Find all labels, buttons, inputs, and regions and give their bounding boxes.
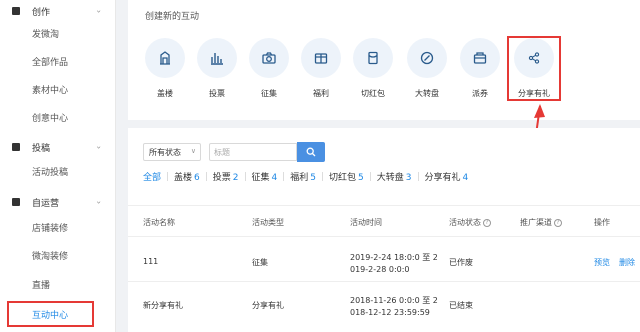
sidebar-item-label: 互动中心 (32, 311, 69, 321)
column-header-time: 活动时间 (350, 218, 382, 227)
tool-collect[interactable]: 征集 (249, 38, 289, 100)
help-icon[interactable]: ? (554, 218, 562, 227)
sidebar-group-create[interactable]: 创作 ‹ (0, 0, 116, 22)
tool-vote[interactable]: 投票 (197, 38, 237, 100)
cell-status: 已结束 (449, 301, 473, 310)
tab-divider (417, 171, 419, 181)
tab-all[interactable]: 全部 (143, 170, 161, 183)
tool-label: 盖楼 (157, 89, 173, 98)
column-header-type: 活动类型 (252, 218, 284, 227)
tool-label: 切红包 (361, 89, 385, 98)
red-packet-icon (353, 38, 393, 78)
tab-divider (205, 171, 207, 181)
sidebar-group-ops[interactable]: 自运营 ‹ (0, 191, 116, 213)
building-icon (145, 38, 185, 78)
cell-time: 2019-2-24 18:0:0 至 2 019-2-28 0:0:0 (350, 253, 438, 274)
tab-collect[interactable]: 征集 4 (252, 170, 278, 183)
tool-welfare[interactable]: 福利 (301, 38, 341, 100)
sidebar-item-creative[interactable]: 创意中心 (32, 112, 68, 126)
cell-name: 新分享有礼 (143, 301, 183, 310)
status-select-value: 所有状态 (149, 148, 181, 157)
chevron-up-icon: ‹ (94, 9, 104, 13)
tab-vote[interactable]: 投票 2 (213, 170, 239, 183)
tab-divider (167, 171, 169, 181)
tool-label: 派券 (472, 89, 488, 98)
tab-red-packet[interactable]: 切红包 5 (329, 170, 364, 183)
wheel-icon (407, 38, 447, 78)
table-divider (128, 205, 640, 206)
create-title: 创建新的互动 (145, 12, 200, 22)
column-header-actions: 操作 (594, 218, 610, 227)
search-icon (306, 147, 316, 157)
tool-wheel[interactable]: 大转盘 (407, 38, 447, 100)
tab-divider (322, 171, 324, 181)
share-gift-highlight-box (507, 36, 561, 101)
cell-type: 征集 (252, 258, 268, 267)
preview-link[interactable]: 预览 (594, 257, 610, 268)
search-button[interactable] (297, 142, 325, 162)
sidebar-item-weitao-decor[interactable]: 微淘装修 (32, 250, 68, 264)
column-header-name: 活动名称 (143, 218, 175, 227)
delete-link[interactable]: 删除 (619, 257, 635, 268)
sidebar-item-post[interactable]: 发微淘 (32, 28, 59, 42)
tool-label: 大转盘 (415, 89, 439, 98)
column-header-channel: 推广渠道? (520, 217, 562, 228)
type-tabs: 全部 盖楼 6 投票 2 征集 4 福利 5 切红包 5 大转盘 3 分享有礼 4 (143, 169, 474, 183)
tab-wheel[interactable]: 大转盘 3 (377, 170, 412, 183)
cell-status: 已作废 (449, 258, 473, 267)
sidebar-group-label: 创作 (32, 7, 51, 18)
tab-divider (244, 171, 246, 181)
sidebar-item-materials[interactable]: 素材中心 (32, 84, 68, 98)
chevron-down-icon: ∨ (190, 147, 196, 155)
chevron-up-icon: ‹ (94, 200, 104, 204)
tab-build-floor[interactable]: 盖楼 6 (174, 170, 200, 183)
gift-box-icon (301, 38, 341, 78)
tab-divider (369, 171, 371, 181)
chevron-up-icon: ‹ (94, 145, 104, 149)
bar-chart-icon (197, 38, 237, 78)
search-input[interactable]: 标题 (209, 143, 297, 161)
cell-time: 2018-11-26 0:0:0 至 2 018-12-12 23:59:59 (350, 296, 438, 317)
help-icon[interactable]: ? (483, 218, 491, 227)
cell-type: 分享有礼 (252, 301, 284, 310)
sidebar-group-label: 自运营 (32, 198, 60, 209)
sidebar: 创作 ‹ 发微淘 全部作品 素材中心 创意中心 投稿 ‹ 活动投稿 自运营 ‹ … (0, 0, 116, 332)
tab-share-gift[interactable]: 分享有礼 4 (425, 170, 469, 183)
sidebar-item-live[interactable]: 直播 (32, 279, 50, 293)
tool-coupon[interactable]: 派券 (460, 38, 500, 100)
table-divider (128, 281, 640, 282)
tool-label: 福利 (313, 89, 329, 98)
edit-icon (12, 7, 20, 15)
column-header-status: 活动状态? (449, 217, 491, 228)
search-placeholder: 标题 (214, 148, 230, 157)
tool-label: 征集 (261, 89, 277, 98)
sidebar-item-interaction-center[interactable]: 互动中心 (7, 301, 94, 327)
tab-welfare[interactable]: 福利 5 (290, 170, 316, 183)
sidebar-item-activity-submit[interactable]: 活动投稿 (32, 166, 68, 180)
document-icon (12, 143, 20, 151)
table-divider (128, 236, 640, 237)
tool-label: 投票 (209, 89, 225, 98)
sidebar-item-all-works[interactable]: 全部作品 (32, 56, 68, 70)
sidebar-item-shop-decor[interactable]: 店铺装修 (32, 222, 68, 236)
camera-icon (249, 38, 289, 78)
cell-name: 111 (143, 257, 159, 266)
tool-red-packet[interactable]: 切红包 (353, 38, 393, 100)
coupon-icon (460, 38, 500, 78)
status-select[interactable]: 所有状态 ∨ (143, 143, 201, 161)
tool-build-floor[interactable]: 盖楼 (145, 38, 185, 100)
box-icon (12, 198, 20, 206)
sidebar-group-submit[interactable]: 投稿 ‹ (0, 136, 116, 158)
sidebar-group-label: 投稿 (32, 143, 51, 154)
tab-divider (283, 171, 285, 181)
